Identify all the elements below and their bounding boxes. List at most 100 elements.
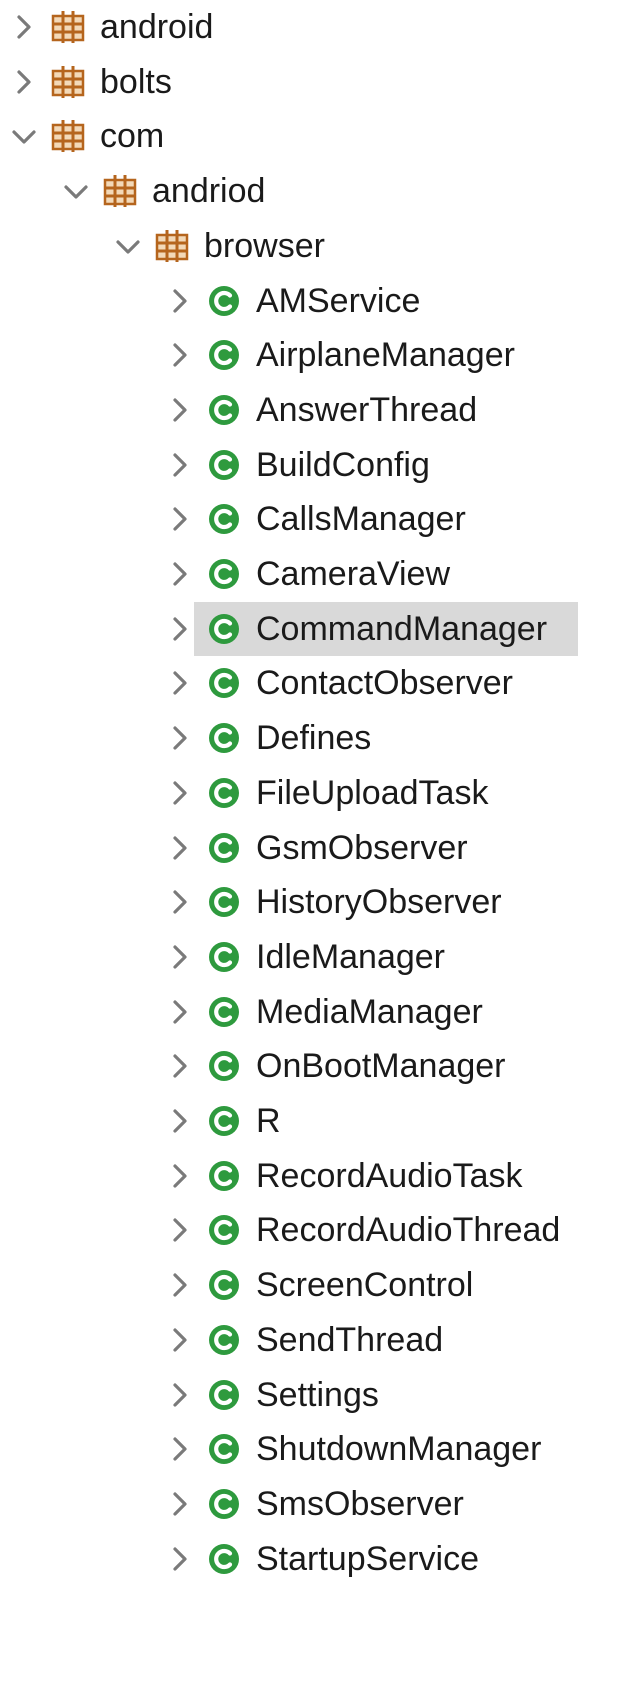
chevron-right-icon[interactable]: [160, 1375, 200, 1415]
tree-item-shutdownmanager[interactable]: ShutdownManager: [0, 1422, 541, 1476]
class-icon: [206, 501, 242, 537]
tree-item-r[interactable]: R: [0, 1094, 281, 1148]
class-icon: [206, 1212, 242, 1248]
tree-item-label: ContactObserver: [256, 664, 513, 703]
tree-item-recordaudiotask[interactable]: RecordAudioTask: [0, 1149, 522, 1203]
chevron-right-icon[interactable]: [160, 390, 200, 430]
tree-item-label: AMService: [256, 281, 421, 320]
class-icon: [206, 611, 242, 647]
tree-item-sendthread[interactable]: SendThread: [0, 1313, 443, 1367]
chevron-right-icon[interactable]: [160, 1265, 200, 1305]
tree-item-label: FileUploadTask: [256, 773, 489, 812]
tree-item-label: CameraView: [256, 555, 451, 593]
class-icon: [206, 447, 242, 483]
tree-item-buildconfig[interactable]: BuildConfig: [0, 438, 430, 492]
tree-item-defines[interactable]: Defines: [0, 711, 371, 765]
tree-item-label: BuildConfig: [256, 445, 430, 484]
class-icon: [206, 1322, 242, 1358]
tree-item-screencontrol[interactable]: ScreenControl: [0, 1258, 473, 1312]
tree-item-label: CallsManager: [256, 500, 466, 539]
tree-item-historyobserver[interactable]: HistoryObserver: [0, 875, 502, 929]
tree-item-andriod[interactable]: andriod: [0, 164, 265, 218]
tree-item-recordaudiothread[interactable]: RecordAudioThread: [0, 1203, 560, 1257]
tree-item-fileuploadtask[interactable]: FileUploadTask: [0, 766, 488, 820]
class-icon: [206, 1103, 242, 1139]
tree-item-com[interactable]: com: [0, 109, 164, 163]
tree-item-airplanemanager[interactable]: AirplaneManager: [0, 328, 515, 382]
tree-item-label: StartupService: [256, 1539, 479, 1578]
tree-item-idlemanager[interactable]: IdleManager: [0, 930, 445, 984]
chevron-right-icon[interactable]: [160, 1210, 200, 1250]
chevron-right-icon[interactable]: [160, 663, 200, 703]
tree-item-callsmanager[interactable]: CallsManager: [0, 492, 466, 546]
tree-item-cameraview[interactable]: CameraView: [0, 547, 450, 601]
tree-item-label: OnBootManager: [256, 1047, 506, 1086]
tree-item-commandmanager[interactable]: CommandManager: [194, 601, 578, 656]
chevron-right-icon[interactable]: [160, 1046, 200, 1086]
tree-item-label: Settings: [256, 1375, 379, 1414]
class-icon: [206, 1431, 242, 1467]
class-icon: [206, 1158, 242, 1194]
chevron-right-icon[interactable]: [160, 937, 200, 977]
tree-item-label: com: [100, 117, 165, 156]
class-icon: [206, 720, 242, 756]
tree-item-amservice[interactable]: AMService: [0, 274, 420, 328]
chevron-right-icon[interactable]: [160, 1320, 200, 1360]
chevron-right-icon[interactable]: [160, 1539, 200, 1579]
class-icon: [206, 1377, 242, 1413]
chevron-down-icon[interactable]: [4, 116, 44, 156]
package-icon: [50, 9, 86, 45]
class-icon: [206, 1267, 242, 1303]
tree-item-contactobserver[interactable]: ContactObserver: [0, 656, 513, 710]
class-icon: [206, 283, 242, 319]
tree-item-answerthread[interactable]: AnswerThread: [0, 383, 477, 437]
chevron-right-icon[interactable]: [160, 335, 200, 375]
chevron-right-icon[interactable]: [160, 499, 200, 539]
chevron-right-icon[interactable]: [160, 882, 200, 922]
tree-item-android[interactable]: android: [0, 0, 213, 54]
chevron-right-icon[interactable]: [160, 281, 200, 321]
chevron-right-icon[interactable]: [160, 1156, 200, 1196]
tree-item-label: RecordAudioTask: [256, 1156, 523, 1195]
chevron-right-icon[interactable]: [160, 773, 200, 813]
tree-item-smsobserver[interactable]: SmsObserver: [0, 1477, 464, 1531]
tree-item-bolts[interactable]: bolts: [0, 55, 172, 109]
tree-item-label: ScreenControl: [256, 1266, 474, 1305]
tree-item-label: browser: [204, 226, 325, 265]
tree-item-label: AnswerThread: [256, 390, 478, 429]
chevron-right-icon[interactable]: [4, 62, 44, 102]
chevron-right-icon[interactable]: [160, 828, 200, 868]
class-icon: [206, 884, 242, 920]
package-icon: [102, 173, 138, 209]
tree-item-browser[interactable]: browser: [0, 219, 325, 273]
class-icon: [206, 994, 242, 1030]
class-icon: [206, 775, 242, 811]
tree-item-label: Defines: [256, 719, 372, 758]
package-icon: [154, 228, 190, 264]
tree-item-gsmobserver[interactable]: GsmObserver: [0, 821, 468, 875]
chevron-right-icon[interactable]: [160, 1101, 200, 1141]
class-icon: [206, 556, 242, 592]
tree-item-label: CommandManager: [256, 609, 548, 648]
chevron-right-icon[interactable]: [160, 1484, 200, 1524]
chevron-down-icon[interactable]: [56, 171, 96, 211]
chevron-right-icon[interactable]: [160, 445, 200, 485]
chevron-right-icon[interactable]: [4, 7, 44, 47]
package-icon: [50, 64, 86, 100]
class-icon: [206, 392, 242, 428]
package-icon: [50, 118, 86, 154]
tree-item-startupservice[interactable]: StartupService: [0, 1532, 479, 1586]
tree-item-settings[interactable]: Settings: [0, 1368, 379, 1422]
class-icon: [206, 1048, 242, 1084]
chevron-right-icon[interactable]: [160, 554, 200, 594]
tree-item-mediamanager[interactable]: MediaManager: [0, 985, 483, 1039]
tree-item-onbootmanager[interactable]: OnBootManager: [0, 1039, 506, 1093]
tree-item-label: HistoryObserver: [256, 883, 502, 922]
tree-item-label: SendThread: [256, 1320, 444, 1359]
chevron-down-icon[interactable]: [108, 226, 148, 266]
tree-item-label: android: [100, 8, 214, 46]
tree-item-label: MediaManager: [256, 992, 483, 1031]
chevron-right-icon[interactable]: [160, 1429, 200, 1469]
chevron-right-icon[interactable]: [160, 992, 200, 1032]
chevron-right-icon[interactable]: [160, 718, 200, 758]
